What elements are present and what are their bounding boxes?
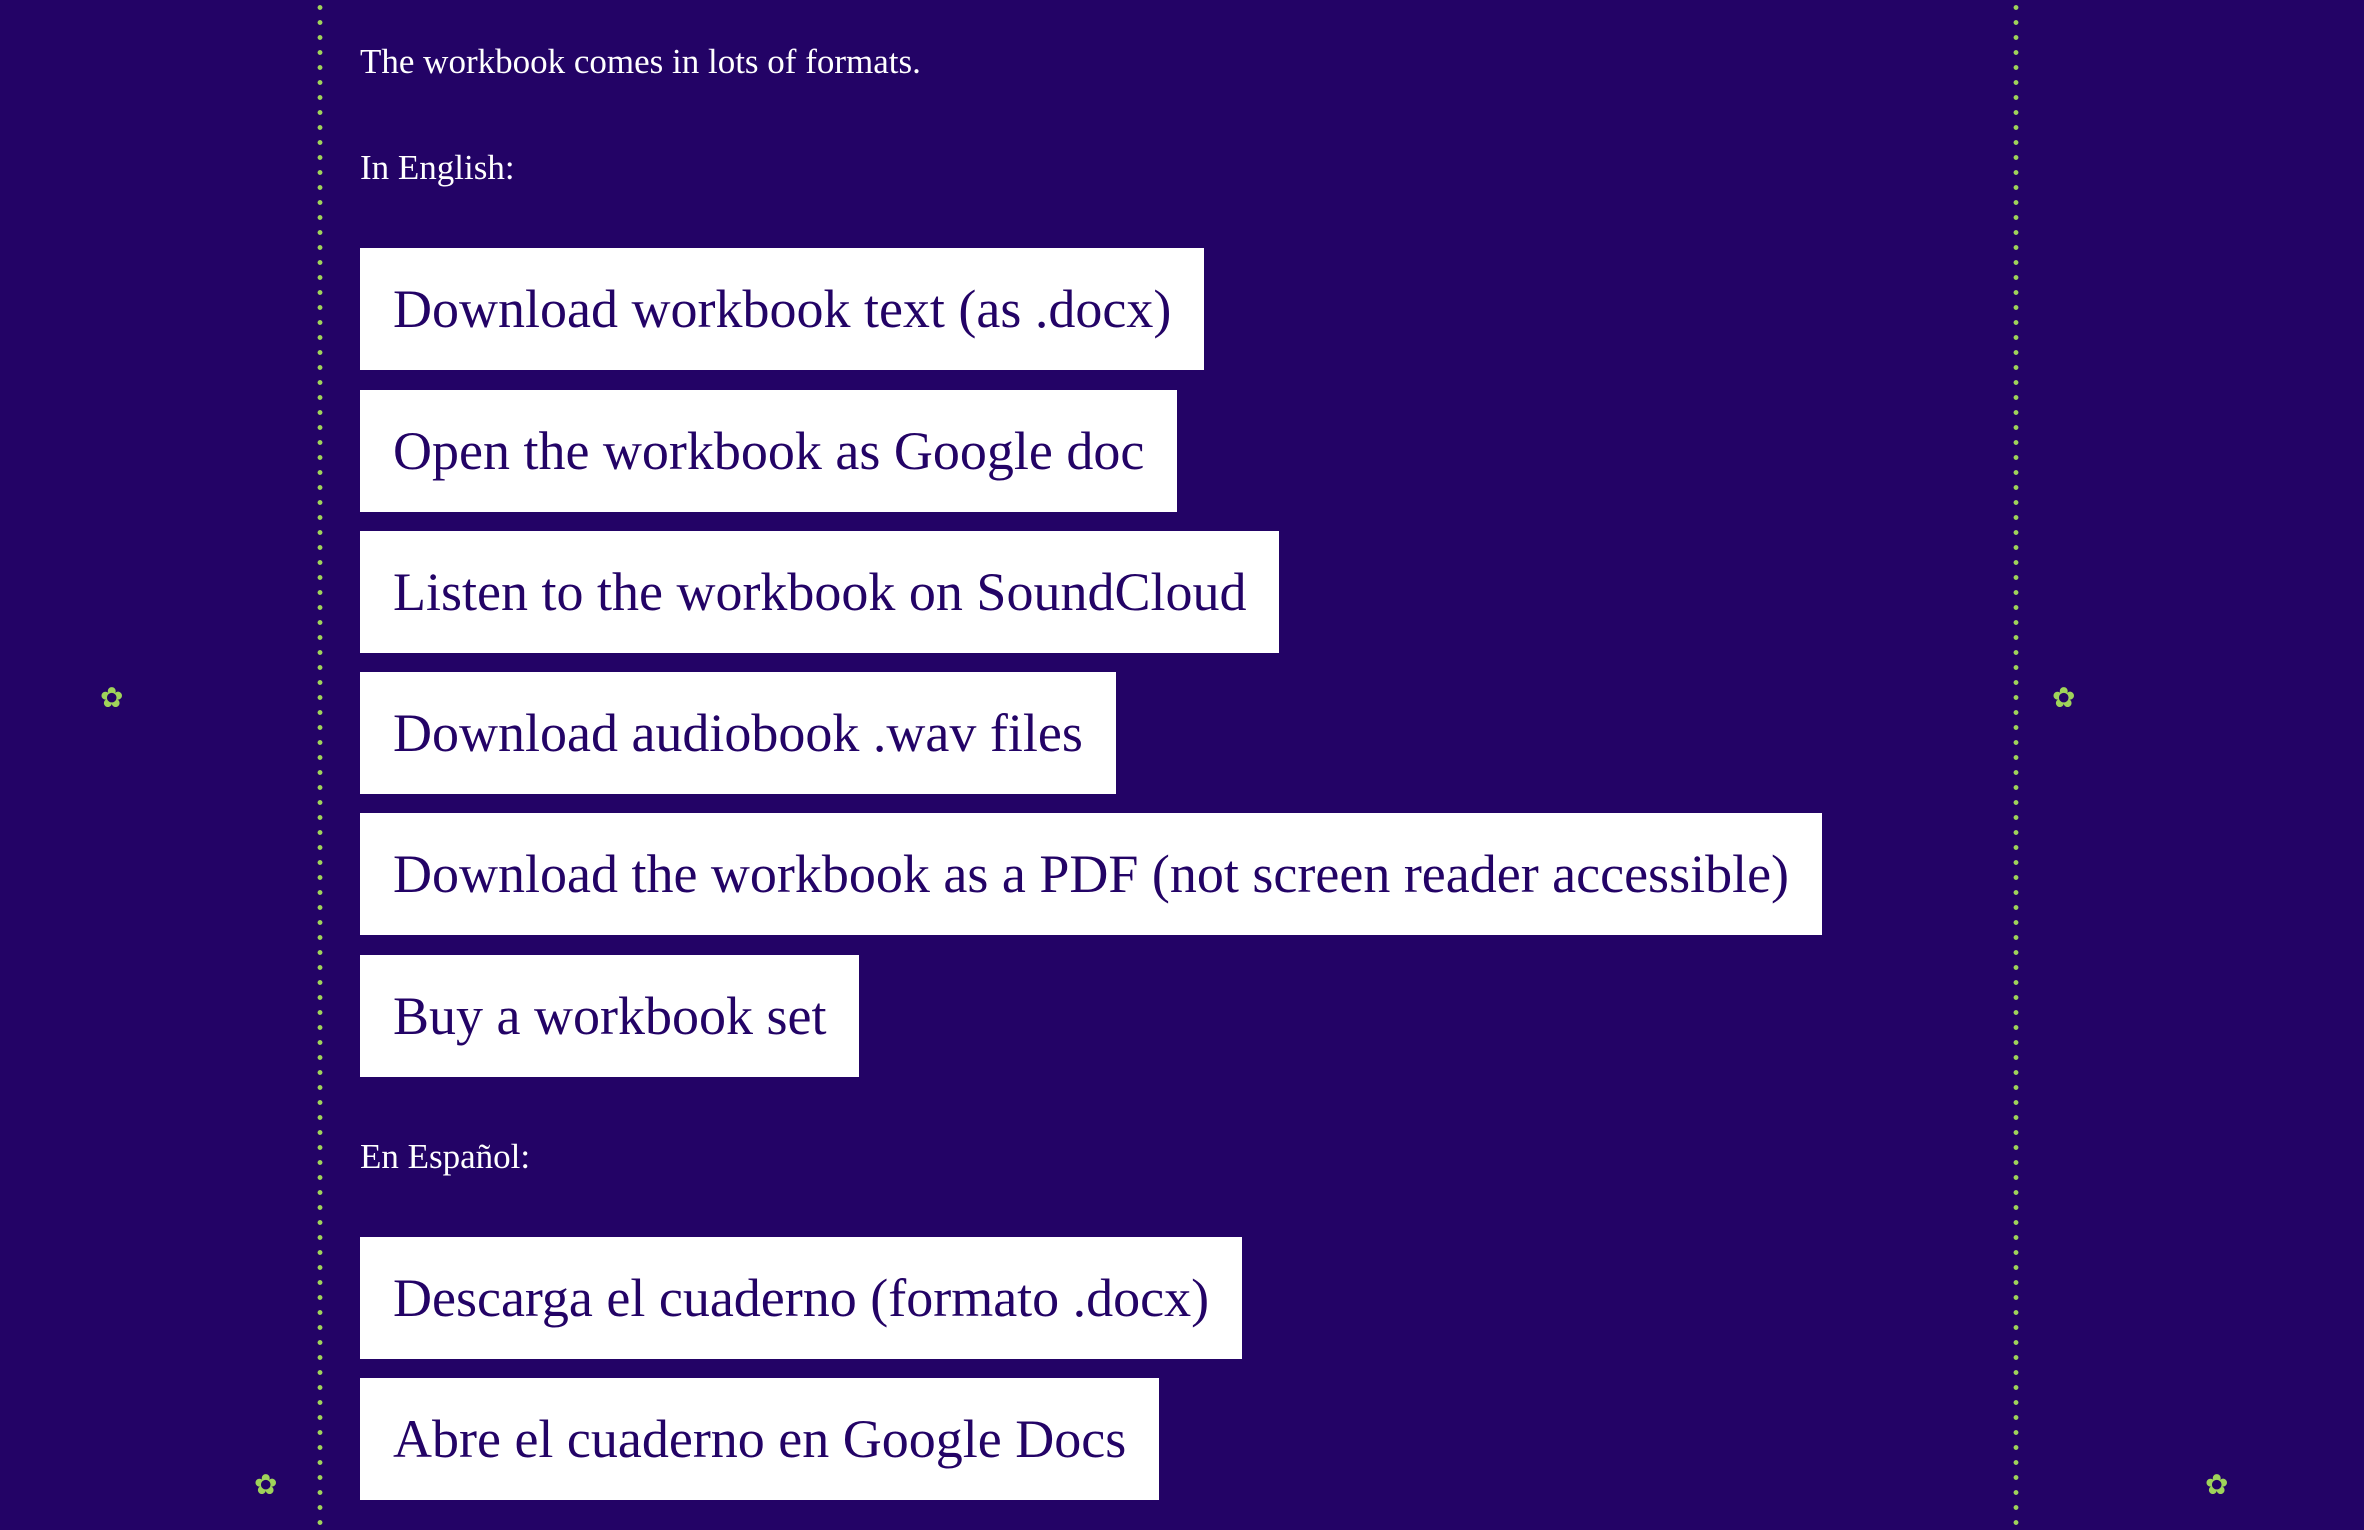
flower-icon: ✿	[254, 1468, 278, 1501]
intro-text: The workbook comes in lots of formats.	[360, 42, 921, 81]
spanish-section-label: En Español:	[360, 1137, 531, 1176]
download-wav-button[interactable]: Download audiobook .wav files	[360, 672, 1116, 794]
right-dotted-border	[2013, 0, 2019, 1530]
page: ✿ ✿ ✿ ✿ The workbook comes in lots of fo…	[0, 0, 2364, 1530]
descarga-docx-button[interactable]: Descarga el cuaderno (formato .docx)	[360, 1237, 1243, 1359]
download-docx-button[interactable]: Download workbook text (as .docx)	[360, 248, 1205, 370]
flower-icon: ✿	[100, 681, 124, 714]
listen-soundcloud-button[interactable]: Listen to the workbook on SoundCloud	[360, 531, 1280, 653]
flower-icon: ✿	[2205, 1468, 2229, 1501]
download-pdf-button[interactable]: Download the workbook as a PDF (not scre…	[360, 813, 1823, 935]
left-dotted-border	[317, 0, 323, 1530]
english-section-label: In English:	[360, 148, 515, 187]
open-google-doc-button[interactable]: Open the workbook as Google doc	[360, 390, 1178, 512]
buy-workbook-set-button[interactable]: Buy a workbook set	[360, 955, 860, 1077]
flower-icon: ✿	[2052, 681, 2076, 714]
abre-google-docs-button[interactable]: Abre el cuaderno en Google Docs	[360, 1378, 1160, 1500]
